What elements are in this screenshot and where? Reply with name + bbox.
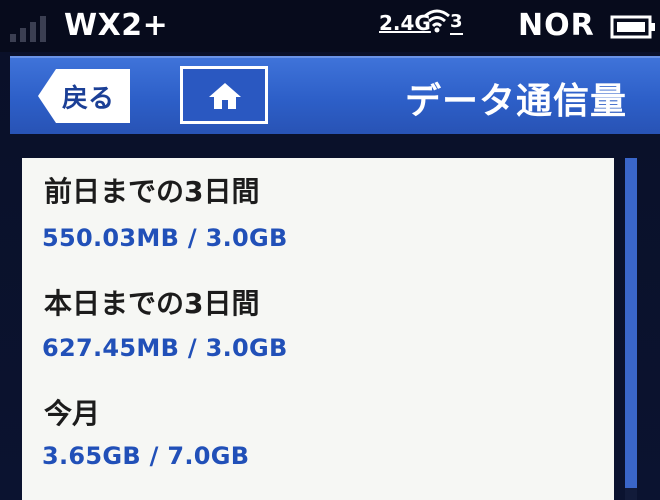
battery-icon: [610, 15, 655, 39]
scrollbar-thumb[interactable]: [625, 158, 637, 488]
signal-icon: [10, 16, 46, 42]
usage-list: 前日までの3日間 550.03MB / 3.0GB 本日までの3日間 627.4…: [22, 158, 614, 500]
wifi-client-count: 3: [450, 11, 463, 35]
usage-label-today-3days: 本日までの3日間: [44, 287, 260, 320]
status-bar: WX2+ 2.4G 3 NOR: [0, 0, 660, 52]
network-name: WX2+: [64, 8, 169, 43]
device-screen: WX2+ 2.4G 3 NOR 戻る データ通信量 前日までの3日間 550.0…: [0, 0, 660, 500]
usage-label-previous-3days: 前日までの3日間: [44, 175, 260, 208]
page-title: データ通信量: [405, 81, 628, 122]
usage-label-this-month: 今月: [44, 397, 101, 430]
scrollbar[interactable]: [625, 158, 637, 500]
usage-value-this-month: 3.65GB / 7.0GB: [42, 442, 250, 470]
wifi-icon: [424, 9, 450, 33]
communication-mode-label: NOR: [518, 8, 595, 43]
usage-value-today-3days: 627.45MB / 3.0GB: [42, 334, 288, 362]
back-button[interactable]: 戻る: [38, 69, 130, 123]
home-icon: [209, 83, 241, 109]
back-button-label: 戻る: [62, 84, 115, 114]
usage-value-previous-3days: 550.03MB / 3.0GB: [42, 224, 288, 252]
home-button[interactable]: [180, 66, 268, 124]
